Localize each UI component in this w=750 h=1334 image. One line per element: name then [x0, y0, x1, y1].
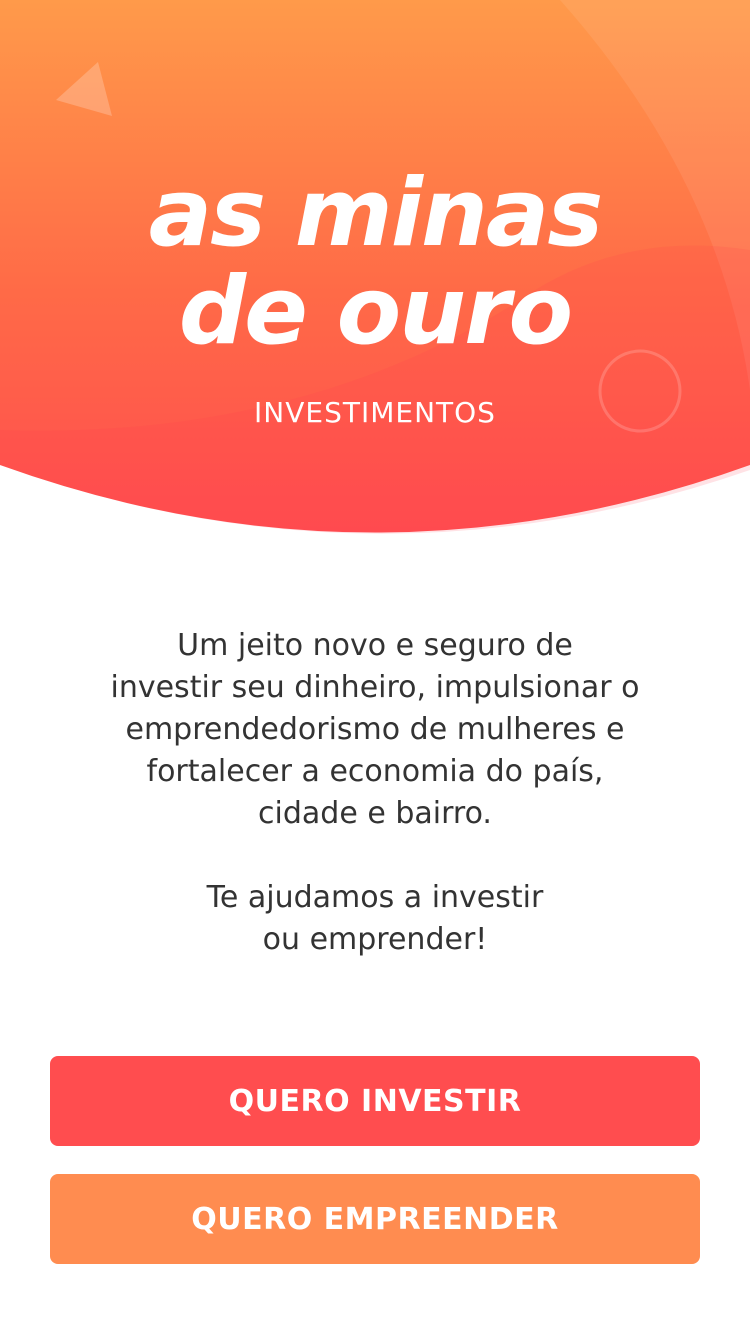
invest-button[interactable]: QUERO INVESTIR — [50, 1056, 700, 1146]
intro-line: investir seu dinheiro, impulsionar o — [110, 670, 640, 705]
cta-line: ou emprender! — [262, 922, 488, 957]
logo-line-1: as minas — [148, 159, 604, 268]
intro-line: fortalecer a economia do país, — [146, 754, 604, 789]
empreender-button[interactable]: QUERO EMPREENDER — [50, 1174, 700, 1264]
intro-line: Um jeito novo e seguro de — [177, 628, 573, 663]
intro-line: cidade e bairro. — [258, 796, 492, 831]
intro-text: Um jeito novo e seguro de investir seu d… — [60, 625, 690, 961]
welcome-screen: as minas de ouro INVESTIMENTOS Um jeito … — [0, 0, 750, 1334]
app-logo: as minas de ouro — [0, 165, 750, 361]
logo-line-2: de ouro — [178, 257, 573, 366]
app-subtitle: INVESTIMENTOS — [254, 396, 496, 429]
intro-line: emprendedorismo de mulheres e — [125, 712, 625, 747]
hero-banner: as minas de ouro INVESTIMENTOS — [0, 0, 750, 540]
cta-line: Te ajudamos a investir — [206, 880, 544, 915]
